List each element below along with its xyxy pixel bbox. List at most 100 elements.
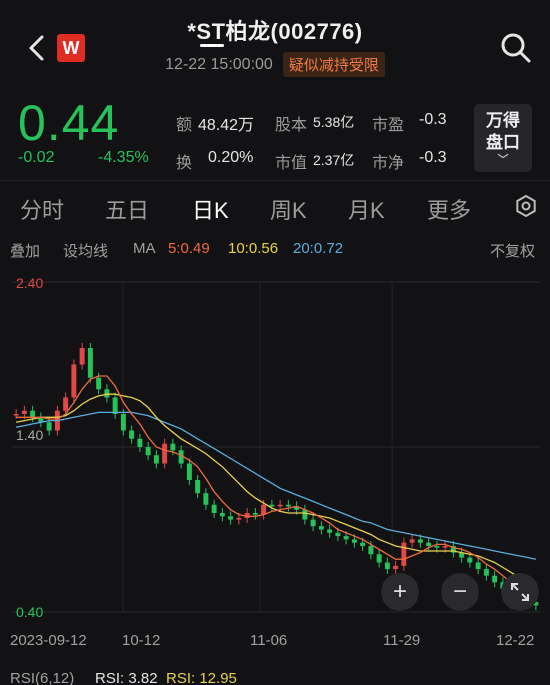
candle-body: [252, 513, 258, 515]
search-button[interactable]: [498, 30, 534, 66]
tab-weekly-k[interactable]: 周K: [270, 193, 307, 225]
stat-value-pb: -0.3: [419, 149, 447, 166]
candle-body: [483, 569, 489, 576]
candle-body: [162, 443, 168, 464]
rsi-value-12: RSI: 12.95: [166, 670, 237, 685]
candle-body: [71, 364, 77, 398]
stock-subline: 12-22 15:00:00 疑似减持受限: [0, 52, 550, 77]
stat-value-market-cap: 2.37亿: [313, 152, 355, 168]
candle-body: [87, 348, 93, 378]
chart-grid: [12, 281, 540, 613]
candle-body: [384, 562, 390, 570]
stat-value-amount: 48.42万: [198, 117, 255, 134]
candle-body: [211, 504, 217, 513]
candle-body: [401, 542, 407, 566]
candle-body: [417, 539, 423, 543]
ma-lines-group: [15, 375, 537, 598]
ma20-line: [15, 411, 537, 560]
candle-body: [318, 526, 324, 530]
period-tabs: 分时 五日 日K 周K 月K 更多: [0, 180, 550, 233]
candle-body: [203, 493, 209, 505]
candle-body: [426, 542, 432, 546]
set-ma-button[interactable]: 设均线: [63, 240, 108, 261]
zoom-in-button[interactable]: +: [381, 573, 419, 611]
x-axis-label: 12-22: [496, 632, 535, 649]
candle-body: [21, 410, 27, 414]
candle-body: [360, 542, 366, 546]
candle-body: [393, 565, 399, 570]
candle-body: [153, 455, 159, 464]
rsi-label[interactable]: RSI(6,12): [10, 670, 74, 685]
candle-body: [351, 539, 357, 543]
stat-label-pb: 市净: [372, 155, 405, 172]
candle-body: [236, 517, 242, 520]
candle-body: [137, 438, 143, 447]
price-change: -0.02: [18, 149, 55, 166]
candle-body: [335, 532, 341, 537]
active-tab-indicator: [200, 44, 224, 47]
minus-icon: −: [452, 578, 467, 605]
candle-body: [434, 546, 440, 548]
candle-body: [302, 509, 308, 520]
tab-more[interactable]: 更多: [427, 193, 471, 225]
candle-body: [409, 539, 415, 543]
y-axis-label-top: 2.40: [16, 275, 44, 291]
x-axis-label: 11-06: [250, 632, 288, 649]
stat-label-turnover: 换: [176, 155, 193, 172]
overlay-button[interactable]: 叠加: [10, 240, 40, 261]
candle-body: [442, 546, 448, 548]
candle-body: [269, 504, 275, 507]
order-book-line1: 万得: [486, 111, 520, 130]
stat-label-pe: 市盈: [372, 117, 405, 134]
indicator-row: 叠加 设均线 MA 5:0.49 10:0.56 20:0.72 不复权: [0, 240, 550, 262]
tab-daily-k[interactable]: 日K: [192, 193, 229, 225]
y-axis-label-mid: 1.40: [16, 427, 44, 443]
quote-timestamp: 12-22 15:00:00: [165, 55, 273, 73]
candle-body: [343, 536, 349, 540]
ma20-value: 20:0.72: [293, 240, 344, 257]
candle-body: [376, 554, 382, 563]
candle-body: [219, 513, 225, 517]
candles-group: [13, 343, 539, 611]
stat-value-shares: 5.38亿: [313, 114, 355, 130]
candle-body: [13, 414, 19, 416]
zoom-out-button[interactable]: −: [441, 573, 479, 611]
ma5-value: 5:0.49: [168, 240, 210, 257]
candle-body: [368, 546, 374, 555]
rsi-value-6: RSI: 3.82: [95, 670, 158, 685]
candle-body: [467, 557, 473, 563]
stock-title: *ST柏龙(002776): [187, 19, 363, 44]
fullscreen-button[interactable]: [501, 573, 539, 611]
stat-label-market-cap: 市值: [275, 155, 308, 172]
candle-body: [120, 414, 126, 431]
candle-body: [492, 575, 498, 583]
candle-body: [310, 519, 316, 527]
candle-body: [104, 389, 110, 398]
settings-icon: [516, 194, 536, 218]
candle-body: [327, 529, 333, 533]
candle-body: [46, 422, 52, 431]
candle-body: [186, 463, 192, 480]
candle-body: [96, 377, 102, 390]
x-axis-label: 2023-09-12: [10, 632, 87, 649]
risk-badge[interactable]: 疑似减持受限: [282, 52, 385, 77]
search-icon: [501, 33, 531, 63]
tab-five-day[interactable]: 五日: [105, 193, 149, 225]
price-change-percent: -4.35%: [98, 149, 149, 166]
tab-intraday[interactable]: 分时: [20, 193, 64, 225]
tab-monthly-k[interactable]: 月K: [348, 193, 385, 225]
candle-body: [261, 504, 267, 515]
adjustment-toggle[interactable]: 不复权: [490, 240, 535, 261]
candle-body: [79, 348, 85, 365]
chart-settings-button[interactable]: [514, 194, 538, 218]
candle-body: [145, 447, 151, 456]
y-axis-label-bottom: 0.40: [16, 604, 44, 620]
x-axis-label: 10-12: [122, 632, 161, 649]
stat-label-shares: 股本: [275, 117, 308, 134]
candle-body: [170, 443, 176, 451]
stat-value-turnover: 0.20%: [208, 149, 254, 166]
chevron-down-icon: ﹀: [497, 154, 509, 166]
last-price: 0.44: [18, 95, 120, 151]
order-book-button[interactable]: 万得 盘口 ﹀: [474, 104, 532, 172]
expand-icon: [511, 583, 529, 601]
